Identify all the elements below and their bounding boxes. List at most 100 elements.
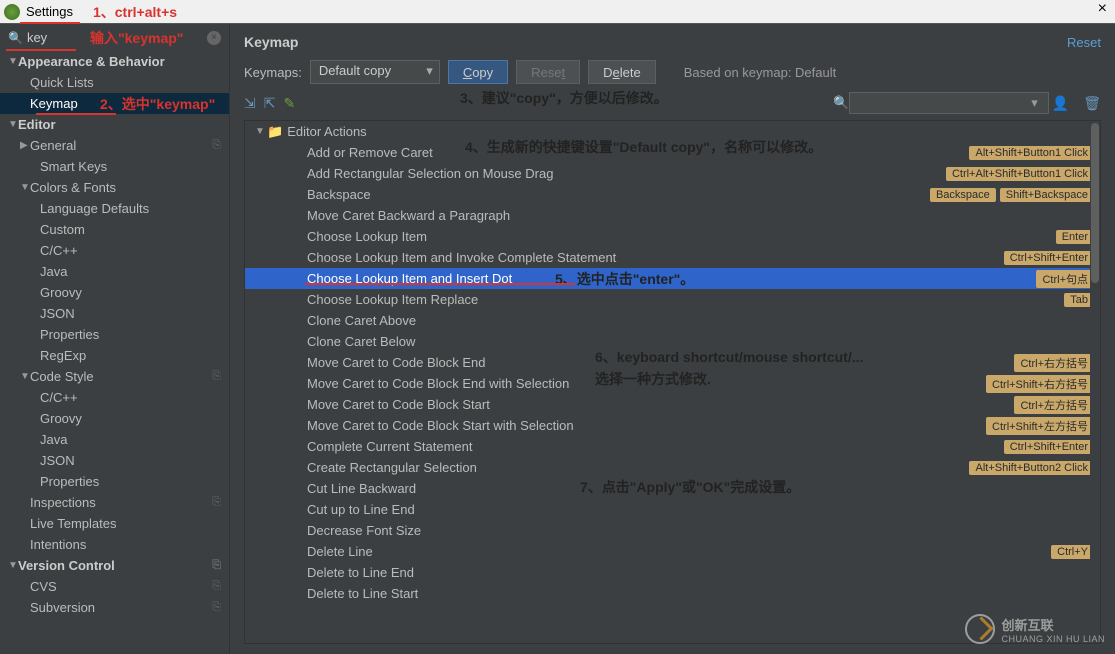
find-action-icon[interactable]: 👤: [1052, 95, 1069, 112]
action-label: Choose Lookup Item Replace: [307, 292, 1100, 307]
action-row[interactable]: Move Caret to Code Block Start with Sele…: [245, 415, 1100, 436]
shortcuts: Ctrl+句点: [1036, 270, 1094, 288]
action-row[interactable]: Move Caret Backward a Paragraph: [245, 205, 1100, 226]
shortcuts: Ctrl+右方括号: [1014, 354, 1094, 372]
action-row[interactable]: BackspaceBackspaceShift+Backspace: [245, 184, 1100, 205]
tree-item-editor[interactable]: ▼Editor: [0, 114, 229, 135]
action-row[interactable]: Clone Caret Above: [245, 310, 1100, 331]
tree-item-custom[interactable]: Custom: [0, 219, 229, 240]
tree-item-c-c-[interactable]: C/C++: [0, 240, 229, 261]
shortcut-badge: Ctrl+Shift+右方括号: [986, 375, 1094, 393]
tree-item-subversion[interactable]: Subversion⎘: [0, 597, 229, 618]
tree-item-colors-fonts[interactable]: ▼Colors & Fonts: [0, 177, 229, 198]
window-title: Settings: [26, 4, 73, 19]
tree-item-properties[interactable]: Properties: [0, 324, 229, 345]
shortcuts: Ctrl+Shift+Enter: [1004, 251, 1094, 265]
tree-item-quick-lists[interactable]: Quick Lists: [0, 72, 229, 93]
tree-item-intentions[interactable]: Intentions: [0, 534, 229, 555]
keymap-select[interactable]: Default copy: [310, 60, 440, 84]
action-row[interactable]: Add Rectangular Selection on Mouse DragC…: [245, 163, 1100, 184]
action-label: Complete Current Statement: [307, 439, 1100, 454]
close-icon[interactable]: ×: [1098, 0, 1107, 18]
collapse-icon[interactable]: ⇱: [264, 95, 276, 112]
shortcut-badge: Alt+Shift+Button1 Click: [969, 146, 1094, 160]
shortcut-badge: Ctrl+Shift+Enter: [1004, 251, 1094, 265]
action-label: Decrease Font Size: [307, 523, 1100, 538]
clear-icon[interactable]: ×: [207, 31, 221, 45]
tree-item-json[interactable]: JSON: [0, 303, 229, 324]
page-title: Keymap: [244, 34, 298, 50]
shortcuts: Ctrl+Shift+左方括号: [986, 417, 1094, 435]
action-row[interactable]: Cut up to Line End: [245, 499, 1100, 520]
action-row[interactable]: Delete to Line End: [245, 562, 1100, 583]
action-row[interactable]: Choose Lookup ItemEnter: [245, 226, 1100, 247]
shortcuts: Ctrl+Shift+Enter: [1004, 440, 1094, 454]
annotation-6b: 选择一种方式修改.: [595, 369, 711, 389]
tree-item-inspections[interactable]: Inspections⎘: [0, 492, 229, 513]
edit-icon[interactable]: ✎: [283, 95, 295, 112]
watermark-icon: [965, 614, 995, 644]
tree-item-keymap[interactable]: Keymap2、选中"keymap": [0, 93, 229, 114]
tree-item-language-defaults[interactable]: Language Defaults: [0, 198, 229, 219]
action-search-input[interactable]: [849, 92, 1049, 114]
action-row[interactable]: Choose Lookup Item and Invoke Complete S…: [245, 247, 1100, 268]
tree-item-smart-keys[interactable]: Smart Keys: [0, 156, 229, 177]
sidebar: 🔍 输入"keymap" × ▼Appearance & BehaviorQui…: [0, 24, 230, 654]
sidebar-search: 🔍 输入"keymap" ×: [0, 24, 229, 51]
shortcuts: BackspaceShift+Backspace: [930, 188, 1094, 202]
arrow-icon: ▼: [20, 371, 30, 382]
action-tree-panel: ▼📁Editor ActionsAdd or Remove CaretAlt+S…: [244, 120, 1101, 644]
tree-item-code-style[interactable]: ▼Code Style⎘: [0, 366, 229, 387]
action-label: Move Caret to Code Block Start: [307, 397, 1100, 412]
shortcuts: Alt+Shift+Button1 Click: [969, 146, 1094, 160]
shortcut-badge: Shift+Backspace: [1000, 188, 1094, 202]
tree-item-groovy[interactable]: Groovy: [0, 282, 229, 303]
reset-link[interactable]: Reset: [1067, 35, 1101, 50]
tree-item-cvs[interactable]: CVS⎘: [0, 576, 229, 597]
expand-icon[interactable]: ⇲: [244, 95, 256, 112]
action-row[interactable]: Complete Current StatementCtrl+Shift+Ent…: [245, 436, 1100, 457]
reset-button[interactable]: Reset: [516, 60, 580, 84]
arrow-icon: ▶: [20, 140, 30, 151]
based-on-label: Based on keymap: Default: [684, 65, 836, 80]
tree-item-properties[interactable]: Properties: [0, 471, 229, 492]
action-row[interactable]: Decrease Font Size: [245, 520, 1100, 541]
shortcut-badge: Ctrl+Y: [1051, 545, 1094, 559]
tree-item-groovy[interactable]: Groovy: [0, 408, 229, 429]
config-icon: ⎘: [212, 496, 221, 509]
tree-item-java[interactable]: Java: [0, 429, 229, 450]
scrollbar[interactable]: [1090, 121, 1100, 643]
tree-item-regexp[interactable]: RegExp: [0, 345, 229, 366]
action-row[interactable]: Create Rectangular SelectionAlt+Shift+Bu…: [245, 457, 1100, 478]
action-row[interactable]: Delete to Line Start: [245, 583, 1100, 604]
action-label: Choose Lookup Item and Invoke Complete S…: [307, 250, 1100, 265]
search-icon: 🔍: [833, 95, 849, 111]
tree-item-c-c-[interactable]: C/C++: [0, 387, 229, 408]
chevron-down-icon[interactable]: ▾: [1031, 95, 1038, 111]
annotation-2: 输入"keymap": [90, 28, 183, 48]
action-row[interactable]: Delete LineCtrl+Y: [245, 541, 1100, 562]
shortcuts: Enter: [1056, 230, 1094, 244]
shortcut-badge: Ctrl+Alt+Shift+Button1 Click: [946, 167, 1094, 181]
folder-icon: 📁: [267, 124, 283, 140]
search-input[interactable]: [27, 30, 77, 45]
delete-button[interactable]: Delete: [588, 60, 656, 84]
action-row[interactable]: Choose Lookup Item ReplaceTab: [245, 289, 1100, 310]
action-label: Clone Caret Above: [307, 313, 1100, 328]
tree-item-version-control[interactable]: ▼Version Control⎘: [0, 555, 229, 576]
arrow-icon: ▼: [8, 560, 18, 571]
annotation-7: 7、点击"Apply"或"OK"完成设置。: [580, 477, 800, 497]
action-row[interactable]: Move Caret to Code Block StartCtrl+左方括号: [245, 394, 1100, 415]
tree-item-general[interactable]: ▶General⎘: [0, 135, 229, 156]
tree-item-java[interactable]: Java: [0, 261, 229, 282]
settings-tree: ▼Appearance & BehaviorQuick ListsKeymap2…: [0, 51, 229, 654]
tree-item-appearance-behavior[interactable]: ▼Appearance & Behavior: [0, 51, 229, 72]
copy-button[interactable]: Copy: [448, 60, 508, 84]
shortcuts: Ctrl+Y: [1051, 545, 1094, 559]
shortcut-badge: Ctrl+右方括号: [1014, 354, 1094, 372]
trash-icon[interactable]: 🗑: [1083, 95, 1101, 112]
action-label: Delete to Line End: [307, 565, 1100, 580]
watermark: 创新互联 CHUANG XIN HU LIAN: [965, 614, 1105, 644]
tree-item-json[interactable]: JSON: [0, 450, 229, 471]
tree-item-live-templates[interactable]: Live Templates: [0, 513, 229, 534]
